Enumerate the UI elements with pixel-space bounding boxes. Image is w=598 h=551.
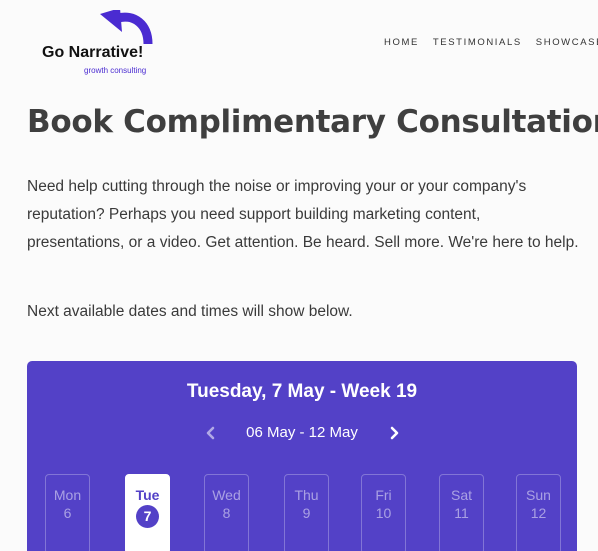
nav-link-testimonials[interactable]: TESTIMONIALS [433, 37, 522, 48]
week-navigator: 06 May - 12 May [27, 423, 577, 445]
day-button-tue[interactable]: Tue 7 [125, 474, 170, 551]
brand-name: Go Narrative! [42, 44, 144, 61]
nav-link-showcase[interactable]: SHOWCASE [536, 37, 598, 48]
intro-paragraph: Need help cutting through the noise or i… [27, 178, 579, 251]
main-nav: HOME TESTIMONIALS SHOWCASE [384, 37, 598, 48]
day-name: Wed [212, 487, 241, 503]
day-name: Tue [135, 487, 160, 503]
day-number: 11 [454, 505, 469, 521]
day-name: Thu [294, 487, 319, 503]
day-name: Fri [375, 487, 392, 503]
day-number: 8 [222, 505, 231, 521]
brand-tagline: growth consulting [84, 66, 147, 75]
day-number: 12 [530, 505, 547, 521]
chevron-right-icon[interactable] [384, 423, 404, 443]
brand-logo[interactable]: Go Narrative! growth consulting [42, 10, 172, 76]
site-header: Go Narrative! growth consulting HOME TES… [0, 0, 598, 90]
day-picker: Mon 6 Tue 7 Wed 8 Thu 9 Fri 10 Sat 11 Su… [27, 474, 577, 551]
nav-link-home[interactable]: HOME [384, 37, 419, 48]
day-button-mon[interactable]: Mon 6 [45, 474, 90, 551]
day-button-thu[interactable]: Thu 9 [284, 474, 329, 551]
day-name: Sun [526, 487, 551, 503]
day-button-wed[interactable]: Wed 8 [204, 474, 249, 551]
selected-date-heading: Tuesday, 7 May - Week 19 [186, 381, 418, 402]
curved-arrow-logo-icon [100, 10, 153, 45]
availability-note: Next available dates and times will show… [27, 303, 353, 320]
booking-widget: Tuesday, 7 May - Week 19 06 May - 12 May… [27, 361, 577, 551]
day-button-sun[interactable]: Sun 12 [516, 474, 561, 551]
day-button-sat[interactable]: Sat 11 [439, 474, 484, 551]
day-number: 10 [375, 505, 392, 521]
day-name: Mon [53, 487, 82, 503]
day-name: Sat [450, 487, 472, 503]
chevron-left-icon[interactable] [201, 423, 221, 443]
page-title: Book Complimentary Consultation [27, 104, 598, 140]
day-button-fri[interactable]: Fri 10 [361, 474, 406, 551]
day-number: 6 [63, 505, 72, 521]
day-number: 7 [136, 505, 159, 528]
week-range-label: 06 May - 12 May [246, 424, 358, 441]
day-number: 9 [302, 505, 311, 521]
